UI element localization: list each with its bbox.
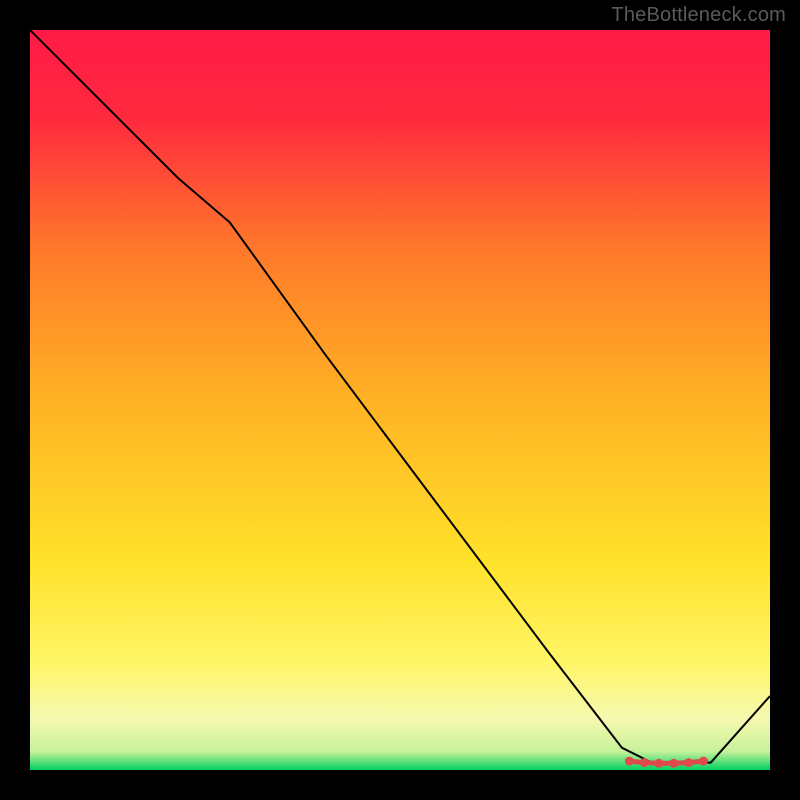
watermark-label: TheBottleneck.com — [611, 4, 786, 27]
plot-svg — [30, 30, 770, 770]
optimum-marker — [699, 757, 708, 766]
optimum-marker — [655, 759, 664, 768]
optimum-marker — [640, 758, 649, 767]
optimum-marker — [625, 757, 634, 766]
optimum-marker — [669, 759, 678, 768]
chart-frame: TheBottleneck.com — [0, 0, 800, 800]
bottleneck-plot — [30, 30, 770, 770]
optimum-marker — [684, 758, 693, 767]
